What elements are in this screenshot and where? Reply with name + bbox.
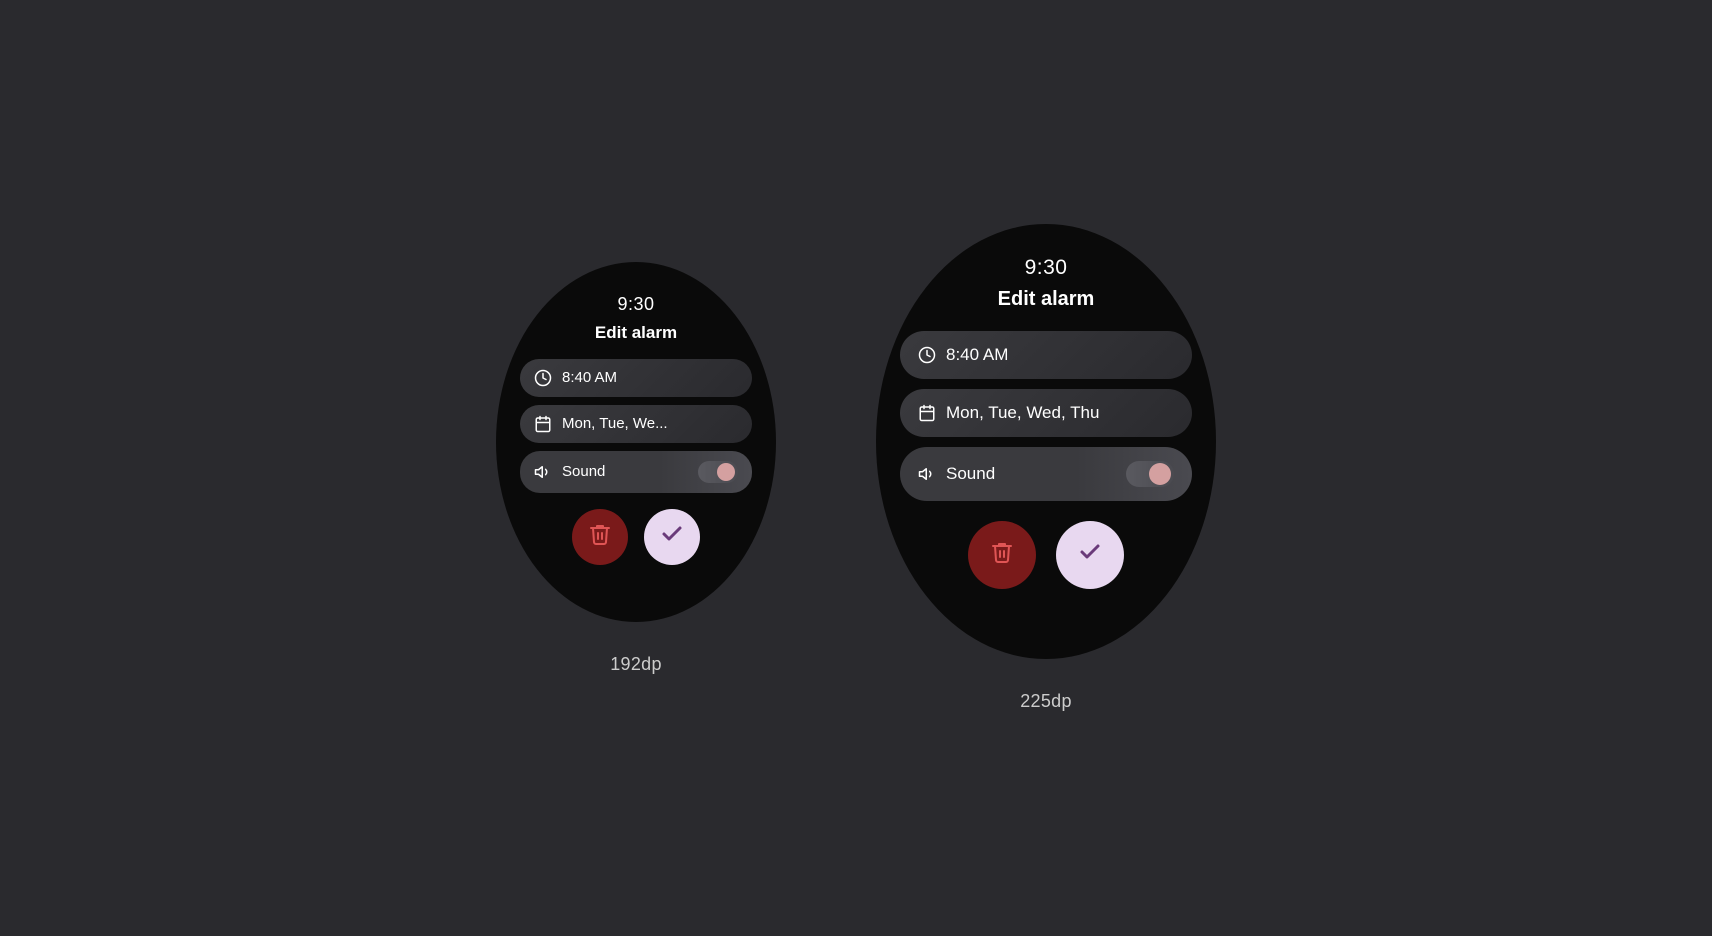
sound-toggle[interactable] [698, 461, 738, 483]
toggle-knob [1149, 463, 1171, 485]
menu-items: 8:40 AM Mon, Tue, Wed, Thu Sound [900, 331, 1192, 501]
watch-time: 9:30 [1025, 256, 1068, 280]
calendar-icon [534, 415, 552, 433]
sound-label: Sound [562, 463, 688, 480]
action-buttons [968, 521, 1124, 589]
trash-icon [588, 522, 612, 552]
watch-time: 9:30 [617, 294, 654, 315]
sound-label: Sound [946, 464, 1116, 484]
schedule-menu-item[interactable]: Mon, Tue, We... [520, 405, 752, 443]
sound-menu-item[interactable]: Sound [900, 447, 1192, 501]
sound-icon [918, 465, 936, 483]
trash-icon [990, 540, 1014, 571]
watch-title: Edit alarm [595, 323, 677, 343]
calendar-icon [918, 404, 936, 422]
dp-label: 192dp [610, 654, 662, 675]
watch-face-small: 9:30 Edit alarm 8:40 AM Mon, Tue, We... S… [496, 262, 776, 622]
watch-face-large: 9:30 Edit alarm 8:40 AM Mon, Tue, Wed, Th… [876, 224, 1216, 659]
watch-container-large: 9:30 Edit alarm 8:40 AM Mon, Tue, Wed, Th… [876, 224, 1216, 712]
time-menu-item[interactable]: 8:40 AM [900, 331, 1192, 379]
watch-container-small: 9:30 Edit alarm 8:40 AM Mon, Tue, We... S… [496, 262, 776, 675]
confirm-button[interactable] [644, 509, 700, 565]
schedule-label: Mon, Tue, We... [562, 415, 738, 432]
time-menu-item[interactable]: 8:40 AM [520, 359, 752, 397]
time-label: 8:40 AM [562, 369, 738, 386]
toggle-knob [717, 463, 735, 481]
sound-menu-item[interactable]: Sound [520, 451, 752, 493]
dp-label: 225dp [1020, 691, 1072, 712]
delete-button[interactable] [968, 521, 1036, 589]
action-buttons [572, 509, 700, 565]
checkmark-icon [1078, 540, 1102, 571]
schedule-label: Mon, Tue, Wed, Thu [946, 403, 1174, 423]
time-label: 8:40 AM [946, 345, 1174, 365]
delete-button[interactable] [572, 509, 628, 565]
schedule-menu-item[interactable]: Mon, Tue, Wed, Thu [900, 389, 1192, 437]
sound-toggle[interactable] [1126, 461, 1174, 487]
menu-items: 8:40 AM Mon, Tue, We... Sound [520, 359, 752, 493]
watch-title: Edit alarm [998, 288, 1095, 311]
sound-icon [534, 463, 552, 481]
checkmark-icon [660, 522, 684, 552]
confirm-button[interactable] [1056, 521, 1124, 589]
clock-icon [534, 369, 552, 387]
clock-icon [918, 346, 936, 364]
